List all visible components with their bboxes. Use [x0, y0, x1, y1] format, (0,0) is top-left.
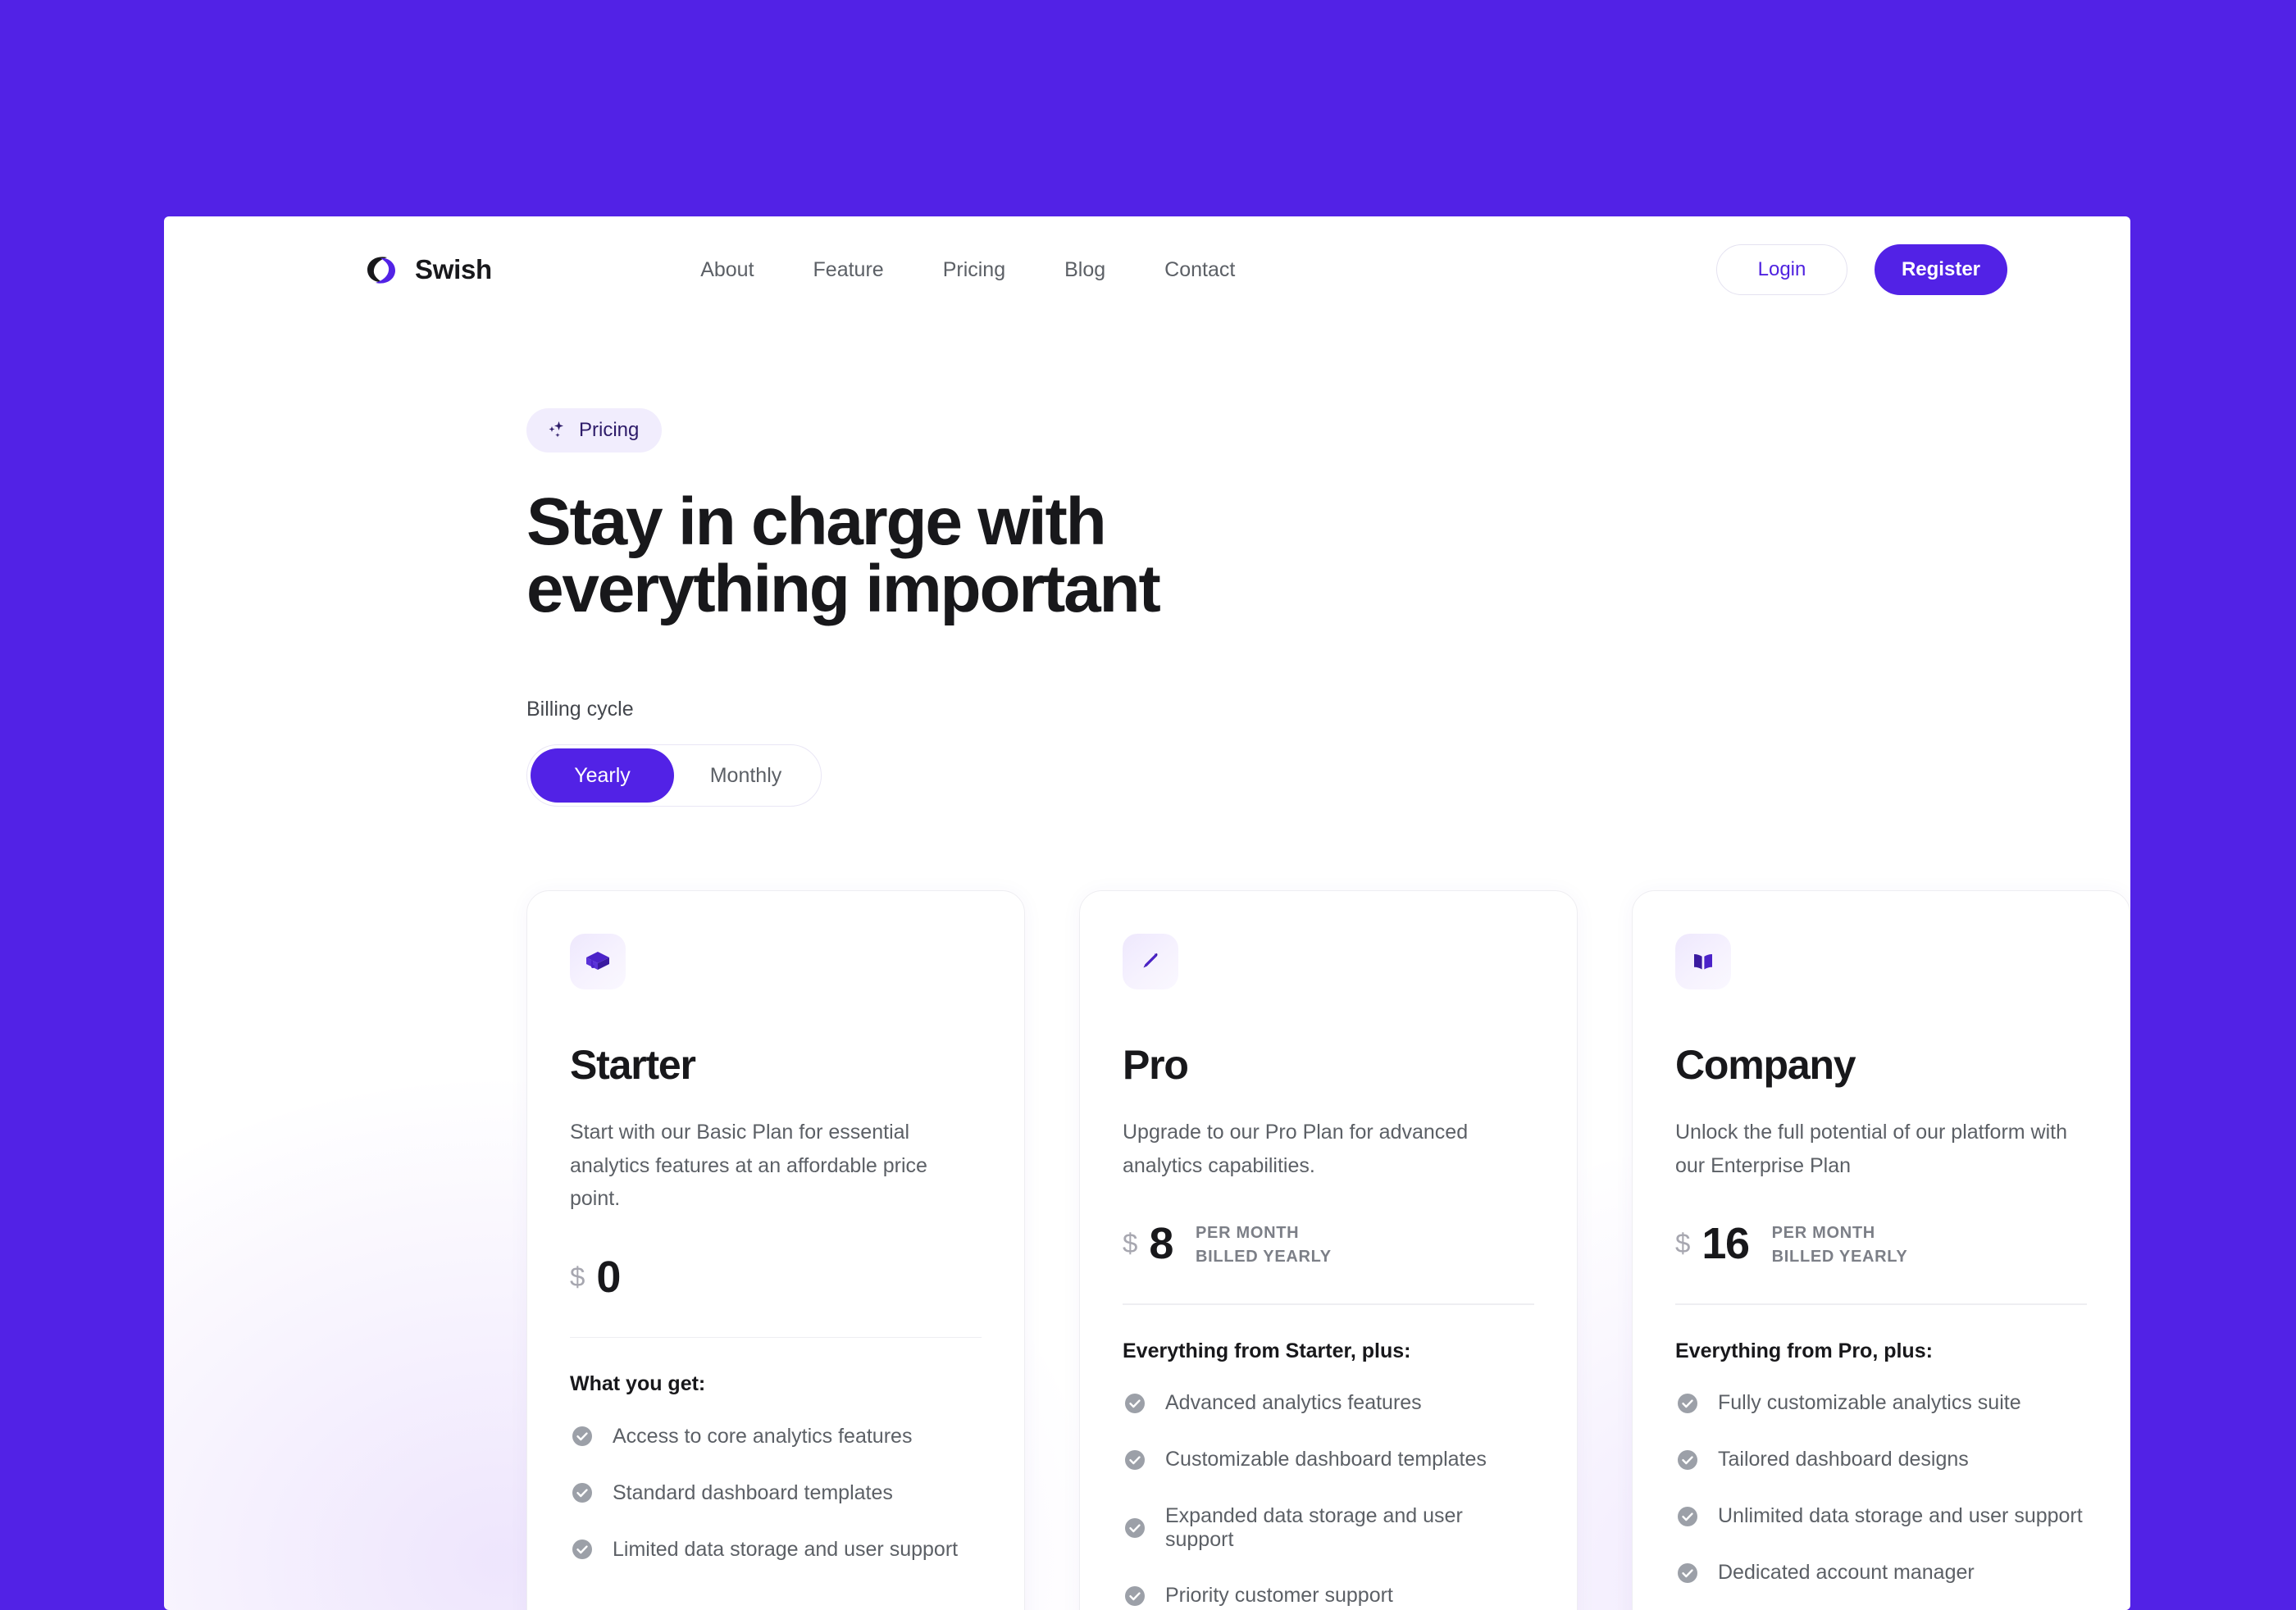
check-circle-icon: [570, 1424, 594, 1449]
check-circle-icon: [1675, 1561, 1700, 1585]
plan-price: $ 0: [570, 1252, 982, 1303]
brand-logo[interactable]: Swish: [362, 252, 492, 289]
plan-title: Company: [1675, 1042, 1856, 1088]
plan-title: Starter: [570, 1042, 696, 1088]
pricing-card-company[interactable]: Company Unlock the full potential of our…: [1632, 890, 2130, 1610]
feature-text: Advanced analytics features: [1165, 1391, 1422, 1414]
check-circle-icon: [1675, 1504, 1700, 1529]
pen-icon: [1123, 934, 1178, 989]
features-heading: What you get:: [570, 1372, 706, 1395]
price-currency: $: [570, 1261, 585, 1292]
billing-option-monthly[interactable]: Monthly: [674, 748, 818, 803]
plan-description: Unlock the full potential of our platfor…: [1675, 1121, 2068, 1177]
list-item: Priority customer support: [1123, 1584, 1534, 1608]
pricing-badge-label: Pricing: [579, 419, 640, 441]
nav-link-feature[interactable]: Feature: [784, 250, 913, 290]
check-circle-icon: [570, 1537, 594, 1562]
plan-price: $ 8 PER MONTH BILLED YEARLY: [1123, 1218, 1534, 1269]
check-circle-icon: [1123, 1584, 1147, 1608]
feature-text: Dedicated account manager: [1718, 1561, 1975, 1584]
check-circle-icon: [1123, 1516, 1147, 1540]
features-list: Access to core analytics features Standa…: [570, 1424, 982, 1562]
list-item: Unlimited data storage and user support: [1675, 1504, 2087, 1529]
list-item: Tailored dashboard designs: [1675, 1448, 2087, 1472]
brand-name: Swish: [415, 254, 492, 284]
price-period: PER MONTH BILLED YEARLY: [1196, 1218, 1332, 1269]
features-list: Advanced analytics features Customizable…: [1123, 1391, 1534, 1608]
feature-text: Unlimited data storage and user support: [1718, 1504, 2083, 1527]
card-divider: [1675, 1303, 2087, 1305]
features-list: Fully customizable analytics suite Tailo…: [1675, 1391, 2087, 1585]
price-period-line-2: BILLED YEARLY: [1196, 1248, 1332, 1266]
headline-line-2: everything important: [526, 552, 1161, 626]
features-heading: Everything from Starter, plus:: [1123, 1339, 1411, 1362]
price-amount: 8: [1149, 1219, 1173, 1268]
price-currency: $: [1123, 1228, 1138, 1258]
price-period-line-2: BILLED YEARLY: [1771, 1248, 1908, 1266]
list-item: Standard dashboard templates: [570, 1480, 982, 1505]
price-amount: 16: [1702, 1219, 1750, 1268]
headline-line-1: Stay in charge with: [526, 484, 1107, 559]
features-heading: Everything from Pro, plus:: [1675, 1339, 1933, 1362]
list-item: Dedicated account manager: [1675, 1561, 2087, 1585]
check-circle-icon: [570, 1480, 594, 1505]
plan-description: Start with our Basic Plan for essential …: [570, 1121, 927, 1210]
price-currency: $: [1675, 1228, 1691, 1258]
feature-text: Priority customer support: [1165, 1584, 1393, 1607]
login-button[interactable]: Login: [1716, 244, 1847, 295]
plan-title: Pro: [1123, 1042, 1189, 1088]
price-period-line-1: PER MONTH: [1196, 1224, 1300, 1242]
list-item: Fully customizable analytics suite: [1675, 1391, 2087, 1416]
feature-text: Expanded data storage and user support: [1165, 1503, 1463, 1551]
card-divider: [570, 1336, 982, 1338]
nav-link-about[interactable]: About: [671, 250, 783, 290]
card-divider: [1123, 1303, 1534, 1305]
feature-text: Access to core analytics features: [613, 1424, 913, 1448]
billing-cycle-label: Billing cycle: [526, 698, 634, 721]
register-button[interactable]: Register: [1875, 244, 2007, 295]
list-item: Limited data storage and user support: [570, 1537, 982, 1562]
feature-text: Tailored dashboard designs: [1718, 1448, 1969, 1471]
list-item: Expanded data storage and user support: [1123, 1504, 1534, 1552]
billing-cycle-toggle[interactable]: Yearly Monthly: [526, 744, 822, 807]
main-navbar: Swish About Feature Pricing Blog Contact…: [164, 216, 2130, 323]
swish-logo-icon: [362, 252, 399, 289]
sparkles-icon: [546, 420, 567, 441]
nav-link-pricing[interactable]: Pricing: [913, 250, 1035, 290]
plan-price: $ 16 PER MONTH BILLED YEARLY: [1675, 1218, 2087, 1269]
billing-option-yearly[interactable]: Yearly: [531, 748, 674, 803]
list-item: Advanced analytics features: [1123, 1391, 1534, 1416]
pricing-card-pro[interactable]: Pro Upgrade to our Pro Plan for advanced…: [1079, 890, 1578, 1610]
check-circle-icon: [1675, 1391, 1700, 1416]
nav-actions: Login Register: [1716, 244, 2007, 295]
price-period: PER MONTH BILLED YEARLY: [1772, 1218, 1908, 1269]
hero-section: Pricing Stay in charge with everything i…: [164, 323, 2130, 807]
price-period-line-1: PER MONTH: [1771, 1224, 1875, 1242]
check-circle-icon: [1123, 1448, 1147, 1472]
list-item: Customizable dashboard templates: [1123, 1448, 1534, 1472]
pricing-card-starter[interactable]: Starter Start with our Basic Plan for es…: [526, 890, 1025, 1610]
open-book-icon: [1675, 934, 1731, 989]
price-amount: 0: [596, 1252, 621, 1302]
nav-link-contact[interactable]: Contact: [1135, 250, 1264, 290]
list-item: Access to core analytics features: [570, 1424, 982, 1449]
graduation-cap-icon: [570, 934, 626, 989]
check-circle-icon: [1123, 1391, 1147, 1416]
nav-link-blog[interactable]: Blog: [1035, 250, 1135, 290]
plan-description: Upgrade to our Pro Plan for advanced ana…: [1123, 1121, 1469, 1177]
feature-text: Limited data storage and user support: [613, 1537, 959, 1561]
feature-text: Customizable dashboard templates: [1165, 1448, 1487, 1471]
pricing-badge: Pricing: [526, 408, 663, 453]
nav-links: About Feature Pricing Blog Contact: [671, 250, 1264, 290]
page-panel: Swish About Feature Pricing Blog Contact…: [164, 216, 2130, 1610]
feature-text: Standard dashboard templates: [613, 1480, 893, 1504]
page-title: Stay in charge with everything important: [526, 489, 2130, 623]
feature-text: Fully customizable analytics suite: [1718, 1391, 2021, 1414]
pricing-cards: Starter Start with our Basic Plan for es…: [164, 807, 2130, 1610]
check-circle-icon: [1675, 1448, 1700, 1472]
